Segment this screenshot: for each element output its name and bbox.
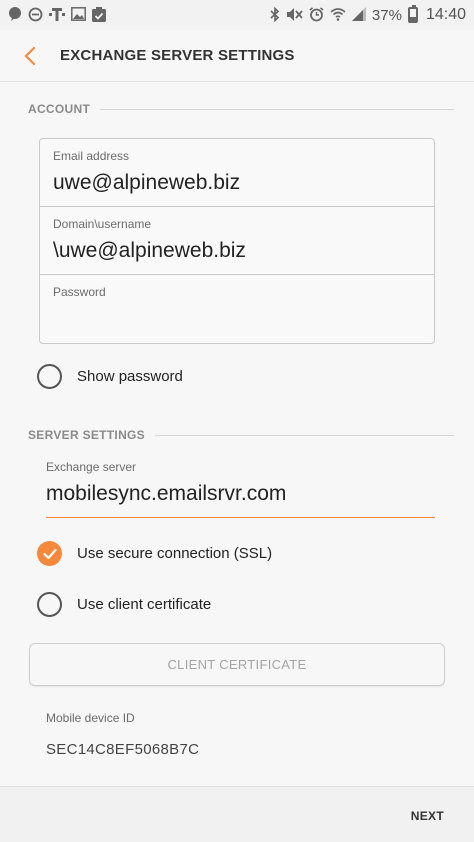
section-divider [154,434,454,436]
do-not-disturb-icon [28,7,43,24]
bottom-bar: NEXT [0,786,474,842]
page-title: EXCHANGE SERVER SETTINGS [60,47,295,64]
email-input[interactable]: uwe@alpineweb.biz [53,171,421,195]
chevron-left-icon [24,46,36,65]
server-settings-section-header: SERVER SETTINGS [28,428,454,442]
ssl-checkbox[interactable] [37,541,62,566]
clipboard-check-icon [92,6,106,24]
alarm-icon [309,6,324,24]
domain-username-input[interactable]: \uwe@alpineweb.biz [53,239,421,263]
wifi-icon [330,7,346,23]
client-certificate-checkbox[interactable] [37,592,62,617]
server-settings-section-title: SERVER SETTINGS [28,428,145,442]
show-password-label: Show password [77,368,183,385]
account-section-header: ACCOUNT [28,102,454,116]
account-section-title: ACCOUNT [28,102,91,116]
domain-username-label: Domain\username [53,217,152,231]
exchange-server-label: Exchange server [46,460,137,474]
exchange-server-field[interactable]: Exchange server mobilesync.emailsrvr.com [46,460,435,518]
t-mobile-icon [49,7,65,24]
email-field[interactable]: Email address uwe@alpineweb.biz [40,139,434,207]
next-button[interactable]: NEXT [411,809,444,823]
show-password-checkbox[interactable] [37,364,62,389]
clock-time: 14:40 [425,6,466,23]
exchange-server-input[interactable]: mobilesync.emailsrvr.com [46,482,435,506]
status-bar-left [8,6,106,24]
image-icon [71,7,86,23]
email-label: Email address [53,149,130,163]
checkmark-icon [42,548,57,559]
password-field[interactable]: Password [40,275,434,343]
battery-percent: 37% [371,6,402,24]
signal-icon [351,7,366,23]
domain-username-field[interactable]: Domain\username \uwe@alpineweb.biz [40,207,434,275]
ssl-row[interactable]: Use secure connection (SSL) [37,541,272,566]
chat-bubble-icon [8,7,22,23]
client-certificate-button[interactable]: CLIENT CERTIFICATE [29,643,445,686]
client-certificate-row[interactable]: Use client certificate [37,592,211,617]
mute-icon [286,7,303,24]
app-header: EXCHANGE SERVER SETTINGS [0,30,474,82]
section-divider [100,108,454,110]
bluetooth-icon [270,6,280,24]
password-label: Password [53,285,106,299]
device-id-value: SEC14C8EF5068B7C [46,741,200,758]
account-card: Email address uwe@alpineweb.biz Domain\u… [39,138,435,344]
client-certificate-label: Use client certificate [77,596,212,613]
battery-icon [407,5,418,23]
status-bar: 37% 14:40 [0,0,474,30]
device-id-label: Mobile device ID [46,711,135,725]
back-button[interactable] [0,30,60,82]
ssl-label: Use secure connection (SSL) [77,545,273,562]
status-bar-right: 37% 14:40 [270,5,466,24]
show-password-row[interactable]: Show password [37,364,183,389]
